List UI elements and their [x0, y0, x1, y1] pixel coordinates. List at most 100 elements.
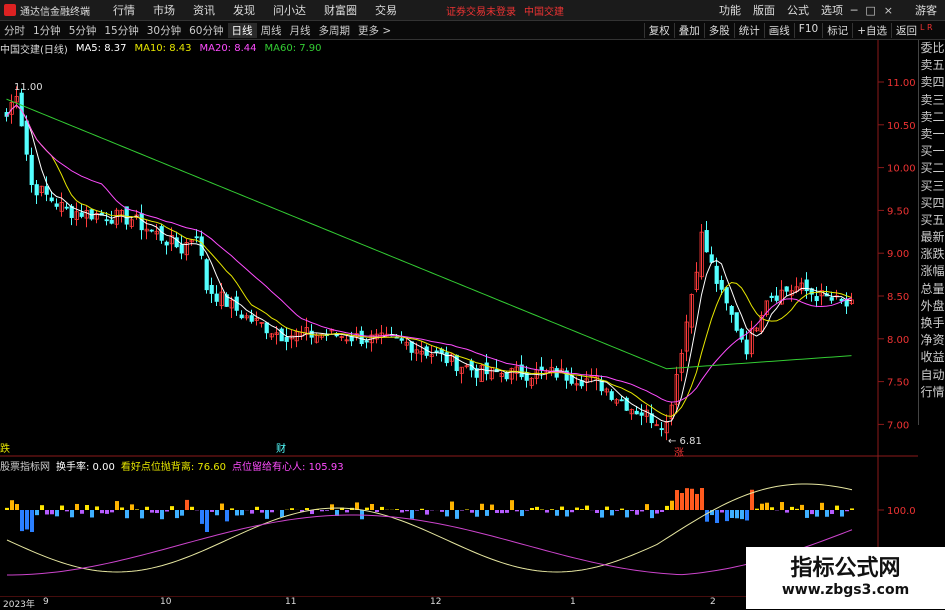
- indicator-bar: [45, 510, 49, 514]
- candle-body: [180, 245, 183, 253]
- candle-body: [205, 260, 208, 290]
- indicator-bar: [290, 508, 294, 510]
- high-price-annotation: 11.00: [14, 82, 43, 93]
- indicator-bar: [345, 510, 349, 512]
- candle-body: [660, 429, 663, 430]
- indicator-bar: [400, 510, 404, 512]
- indicator-bar: [225, 510, 229, 521]
- candle-body: [410, 342, 413, 353]
- indicator-bar: [450, 502, 454, 510]
- side-panel-item[interactable]: 净资: [919, 332, 945, 349]
- indicator-bar: [680, 493, 684, 510]
- indicator-bar: [535, 507, 539, 510]
- indicator-bar: [580, 509, 584, 510]
- candle-body: [435, 351, 438, 352]
- indicator-bar: [650, 510, 654, 518]
- indicator-bar: [85, 505, 89, 510]
- candle-body: [720, 280, 723, 289]
- side-panel-item[interactable]: 卖一: [919, 126, 945, 143]
- candle-body: [775, 296, 778, 300]
- indicator-bar: [615, 510, 619, 511]
- indicator-bar: [675, 490, 679, 510]
- indicator-bar: [790, 507, 794, 510]
- side-panel-item[interactable]: 卖五: [919, 57, 945, 74]
- side-panel-item[interactable]: 买一: [919, 143, 945, 160]
- indicator-bar: [20, 510, 24, 531]
- indicator-bar: [725, 510, 729, 521]
- side-panel-item[interactable]: 涨跌: [919, 246, 945, 263]
- indicator-bar: [265, 510, 269, 519]
- indicator-bar: [230, 508, 234, 510]
- indicator-bar: [95, 506, 99, 510]
- indicator-bar: [180, 510, 184, 516]
- indicator-bar: [625, 510, 629, 517]
- indicator-bar: [440, 510, 444, 512]
- indicator-bar: [190, 507, 194, 510]
- side-panel-item[interactable]: 买四: [919, 195, 945, 212]
- price-label: 9.00: [887, 249, 909, 260]
- indicator-bar: [170, 506, 174, 510]
- indicator-bar: [330, 504, 334, 510]
- side-panel-item[interactable]: 涨幅: [919, 263, 945, 280]
- indicator-bar: [10, 500, 14, 510]
- indicator-bar: [655, 510, 659, 514]
- indicator-bar: [365, 508, 369, 510]
- candle-body: [235, 297, 238, 310]
- indicator-bar: [140, 510, 144, 518]
- candle-body: [140, 214, 143, 230]
- kline-chart[interactable]: 11.0010.5010.009.509.008.508.007.507.001…: [0, 0, 918, 597]
- indicator-bar: [825, 510, 829, 517]
- indicator-bar: [520, 510, 524, 516]
- indicator-bar: [565, 510, 569, 516]
- side-panel-item[interactable]: 委比: [919, 40, 945, 57]
- candle-body: [785, 287, 788, 291]
- indicator-bar: [210, 510, 214, 512]
- indicator-bar: [810, 510, 814, 514]
- indicator-bar: [100, 510, 104, 513]
- oscillator-line: [7, 484, 852, 572]
- side-panel-item[interactable]: 买五: [919, 212, 945, 229]
- indicator-bar: [55, 510, 59, 516]
- side-panel-item[interactable]: 卖二: [919, 109, 945, 126]
- indicator-bar: [785, 510, 789, 513]
- candle-body: [710, 255, 713, 263]
- guest-login[interactable]: 游客: [915, 2, 937, 18]
- indicator-bar: [70, 510, 74, 517]
- side-panel-item[interactable]: 最新: [919, 229, 945, 246]
- side-panel-item[interactable]: 换手: [919, 315, 945, 332]
- price-label: 10.00: [887, 164, 916, 175]
- side-panel-item[interactable]: 外盘: [919, 298, 945, 315]
- candle-body: [400, 339, 403, 341]
- side-panel-item[interactable]: 卖四: [919, 74, 945, 91]
- indicator-bar: [160, 510, 164, 519]
- indicator-bar: [545, 510, 549, 513]
- indicator-bar: [130, 504, 134, 510]
- indicator-bar: [175, 510, 179, 518]
- side-panel-item[interactable]: 总量: [919, 281, 945, 298]
- indicator-bar: [325, 510, 329, 511]
- indicator-bar: [155, 510, 159, 513]
- side-panel-item[interactable]: 自动: [919, 367, 945, 384]
- side-panel-item[interactable]: 收益: [919, 349, 945, 366]
- side-panel-item[interactable]: 买二: [919, 160, 945, 177]
- indicator-bar: [475, 510, 479, 517]
- price-label: 9.50: [887, 206, 909, 217]
- ma60-line: [7, 99, 852, 369]
- indicator-bar: [665, 506, 669, 510]
- side-panel-item[interactable]: 行情: [919, 384, 945, 401]
- indicator-bar: [595, 510, 599, 513]
- candle-body: [610, 392, 613, 400]
- date-label: 10: [160, 597, 171, 607]
- indicator-bar: [115, 501, 119, 510]
- side-panel-item[interactable]: 卖三: [919, 92, 945, 109]
- indicator-bar: [585, 506, 589, 510]
- sell-signal-value: 看好点位抛背离: 76.60: [121, 458, 226, 473]
- indicator-bar: [90, 510, 94, 517]
- indicator-bar: [760, 504, 764, 510]
- indicator-bar: [150, 510, 154, 513]
- indicator-bar: [525, 510, 529, 511]
- candle-body: [725, 288, 728, 303]
- candle-body: [730, 306, 733, 314]
- indicator-bar: [305, 508, 309, 510]
- side-panel-item[interactable]: 买三: [919, 178, 945, 195]
